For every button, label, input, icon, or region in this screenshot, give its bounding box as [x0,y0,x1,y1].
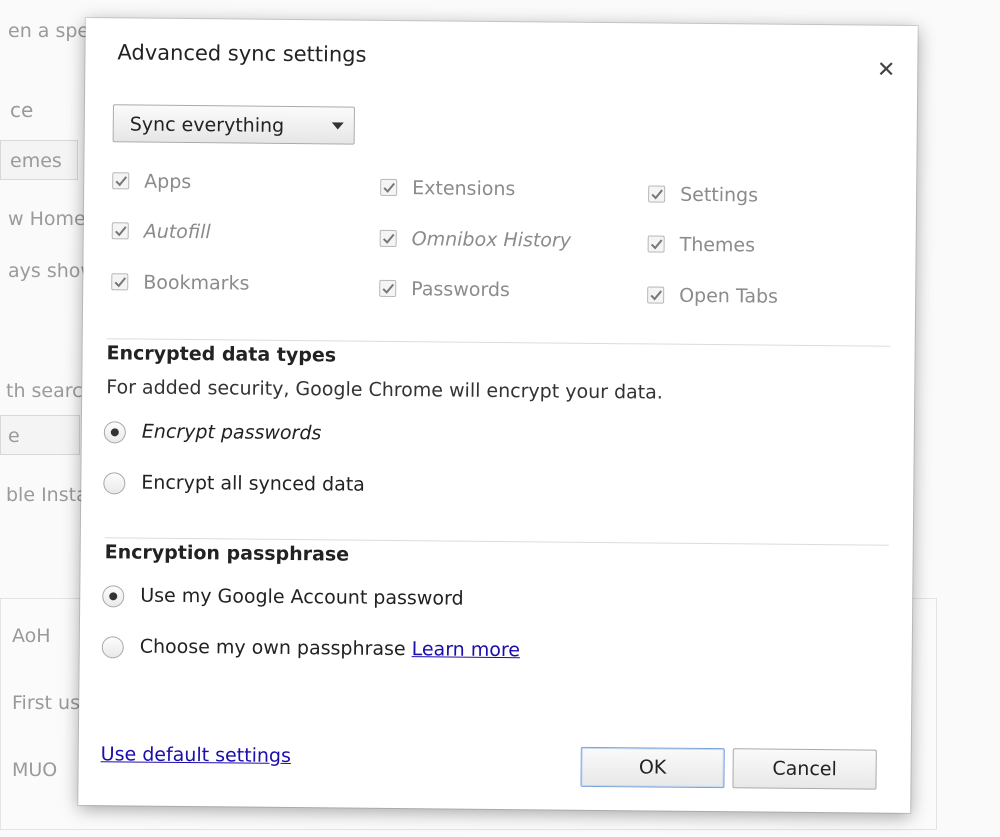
learn-more-link[interactable]: Learn more [412,638,521,661]
radio-selected-icon [103,421,126,444]
checkbox-label: Apps [144,170,192,194]
use-default-settings-link[interactable]: Use default settings [101,743,291,767]
encrypted-types-heading: Encrypted data types [106,342,337,367]
sync-mode-select[interactable]: Sync everything [112,104,355,145]
checkbox-icon [648,185,666,203]
checkbox-icon [111,273,129,291]
radio-label: Choose my own passphrase Learn more [140,636,520,662]
dialog-title: Advanced sync settings [117,40,367,67]
sync-mode-value: Sync everything [129,113,285,137]
dropdown-arrow-icon [331,122,344,130]
bg-user: First us [12,692,80,714]
checkbox-icon [111,222,129,240]
radio-label: Use my Google Account password [140,584,464,610]
radio-icon [103,472,126,495]
checkbox-icon [379,279,397,298]
checkbox-icon [647,235,665,253]
bg-text: ce [10,98,34,122]
bg-text: e [8,425,20,447]
bg-user: MUO [12,759,58,781]
checkbox-icon [647,286,665,304]
checkbox-label: Omnibox History [411,228,572,252]
bg-user: AoH [12,625,51,647]
checkbox-icon [112,172,130,190]
data-types-grid: Apps Extensions Settings Autofill Omnibo… [111,170,892,337]
radio-label: Encrypt passwords [141,420,322,445]
checkbox-label: Autofill [143,220,211,244]
passphrase-heading: Encryption passphrase [104,541,350,566]
radio-selected-icon [102,585,125,608]
bg-text: emes [10,150,62,172]
radio-label: Encrypt all synced data [141,471,365,496]
checkbox-icon [380,178,398,197]
checkbox-label: Extensions [412,177,516,201]
advanced-sync-dialog: Advanced sync settings ✕ Sync everything… [78,18,918,813]
radio-icon [101,636,124,659]
ok-button[interactable]: OK [580,746,725,789]
encrypted-types-description: For added security, Google Chrome will e… [106,376,663,404]
checkbox-label: Bookmarks [143,271,250,295]
checkbox-label: Passwords [411,278,510,302]
radio-label-text: Choose my own passphrase [139,635,406,661]
checkbox-icon [379,229,397,248]
checkbox-label: Themes [679,233,756,257]
bg-text: w Home [8,208,86,230]
checkbox-label: Open Tabs [679,284,779,308]
cancel-button[interactable]: Cancel [732,748,877,790]
close-icon[interactable]: ✕ [877,58,896,83]
checkbox-label: Settings [680,183,759,207]
